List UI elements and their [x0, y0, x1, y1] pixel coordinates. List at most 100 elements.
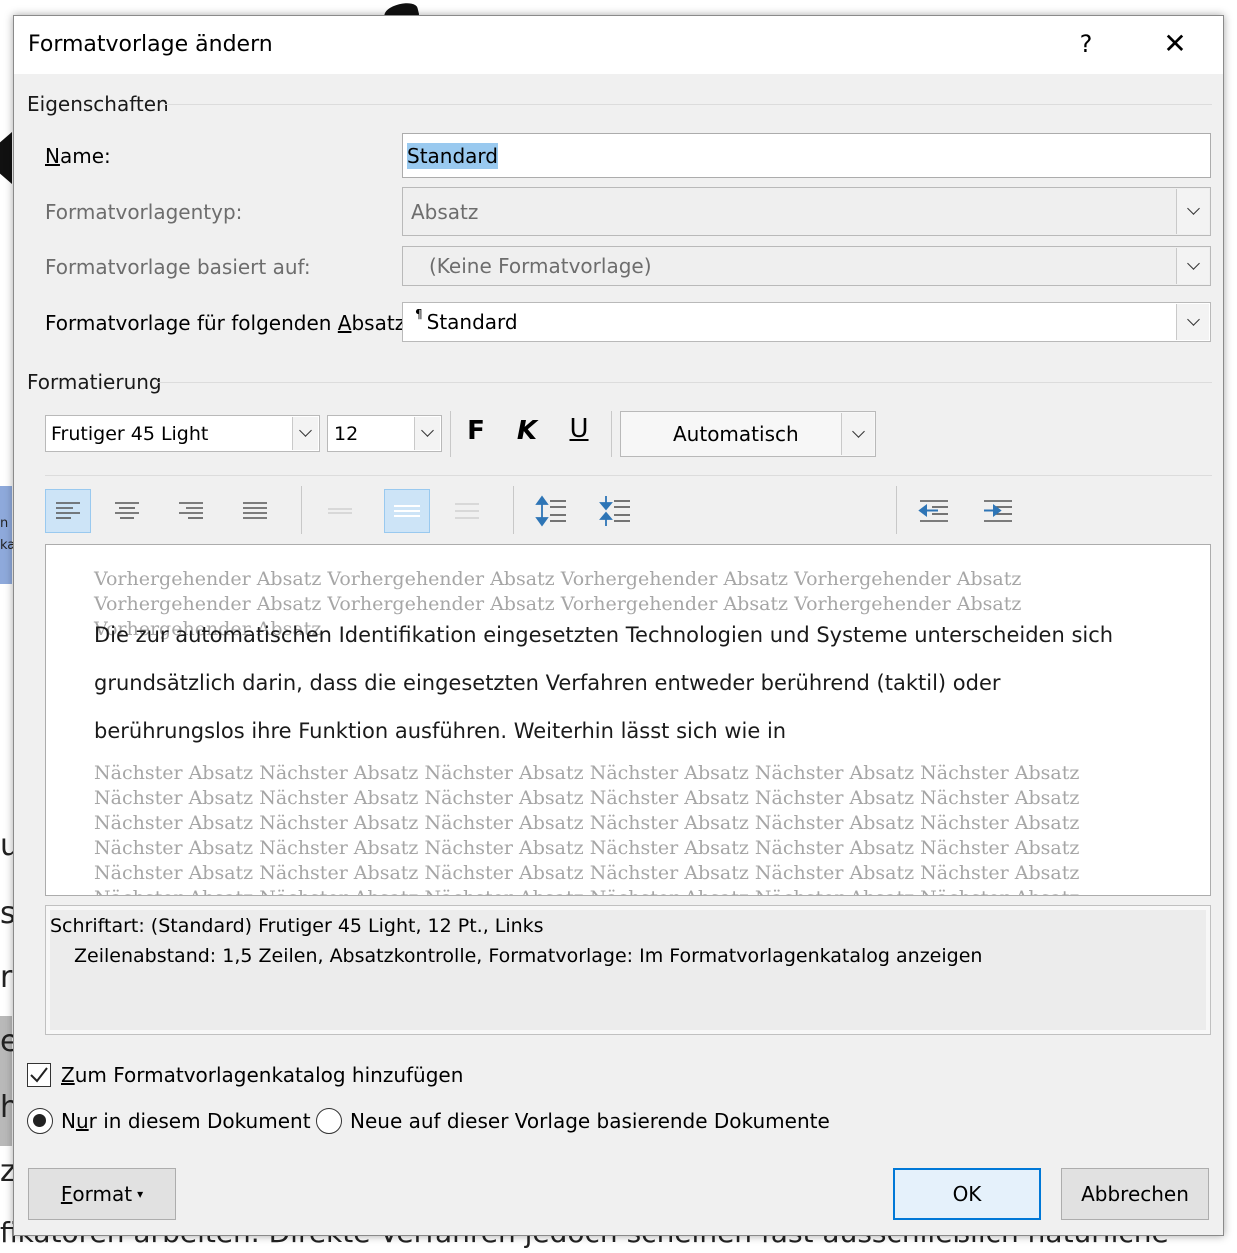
- label-text: r in diesem Dokument: [88, 1109, 311, 1133]
- label-text: um Formatvorlagenkatalog hinzufügen: [74, 1063, 464, 1087]
- font-color-select[interactable]: Automatisch: [620, 411, 876, 457]
- decrease-spacing-icon: [599, 496, 630, 526]
- font-size-select[interactable]: 12: [327, 415, 442, 452]
- next-paragraph-label: Formatvorlage für folgenden Absatz:: [45, 311, 412, 335]
- dropdown-button[interactable]: [292, 417, 318, 450]
- mnemonic: Z: [61, 1063, 75, 1087]
- toolbar-separator: [513, 486, 514, 534]
- background-shape: [0, 132, 12, 184]
- dropdown-button[interactable]: [841, 413, 874, 455]
- add-to-gallery-checkbox[interactable]: [27, 1063, 51, 1087]
- section-heading-formatting: Formatierung: [27, 370, 162, 394]
- underline-button[interactable]: U: [565, 414, 593, 444]
- line-spacing-double-icon: [455, 503, 479, 519]
- button-label: ormat: [72, 1182, 133, 1206]
- based-on-select[interactable]: (Keine Formatvorlage): [402, 246, 1211, 286]
- justify-button[interactable]: [232, 489, 278, 533]
- font-size-value: 12: [334, 422, 359, 445]
- new-documents-label[interactable]: Neue auf dieser Vorlage basierende Dokum…: [350, 1109, 830, 1133]
- cancel-button[interactable]: Abbrechen: [1061, 1168, 1209, 1220]
- bold-button[interactable]: F: [462, 416, 490, 446]
- format-menu-button[interactable]: Format ▾: [28, 1168, 176, 1220]
- close-button[interactable]: ✕: [1157, 26, 1193, 62]
- increase-indent-button[interactable]: [975, 489, 1021, 533]
- mnemonic: N: [45, 144, 60, 168]
- background-text: r: [0, 960, 13, 995]
- description-line: Zeilenabstand: 1,5 Zeilen, Absatzkontrol…: [74, 945, 983, 967]
- label-text: ame:: [59, 144, 111, 168]
- dropdown-button[interactable]: [1176, 189, 1209, 234]
- next-paragraph-value: ¶ Standard: [415, 303, 518, 341]
- mnemonic: A: [337, 311, 352, 335]
- increase-paragraph-spacing-button[interactable]: [528, 489, 574, 533]
- line-spacing-double-button[interactable]: [444, 489, 490, 533]
- line-spacing-onehalf-icon: [394, 505, 420, 517]
- paragraph-icon: ¶: [415, 307, 423, 321]
- caret-down-icon: ▾: [137, 1187, 144, 1201]
- chevron-down-icon: [1186, 202, 1200, 215]
- style-type-select[interactable]: Absatz: [402, 187, 1211, 236]
- chevron-down-icon: [1186, 256, 1200, 270]
- preview-next-paragraph: Nächster Absatz Nächster Absatz Nächster…: [94, 762, 1080, 895]
- toolbar-separator: [611, 411, 612, 457]
- preview-sample-text: Die zur automatischen Identifikation ein…: [94, 611, 1154, 755]
- next-style-name: Standard: [426, 310, 518, 334]
- label-text: Formatvorlage für folgenden: [45, 311, 338, 335]
- chevron-down-icon: [299, 424, 312, 437]
- chevron-down-icon: [421, 424, 434, 437]
- section-heading-properties: Eigenschaften: [27, 92, 169, 116]
- checkmark-icon: [30, 1067, 48, 1083]
- based-on-value: (Keine Formatvorlage): [429, 254, 652, 278]
- new-documents-radio[interactable]: [316, 1108, 342, 1134]
- decrease-paragraph-spacing-button[interactable]: [592, 489, 638, 533]
- align-center-icon: [115, 502, 139, 519]
- line-spacing-onehalf-button[interactable]: [384, 489, 430, 533]
- help-button[interactable]: ?: [1072, 26, 1100, 62]
- font-select[interactable]: Frutiger 45 Light: [45, 415, 320, 452]
- modify-style-dialog: Formatvorlage ändern ? ✕ Eigenschaften N…: [13, 15, 1224, 1236]
- background-highlight: n ka: [0, 486, 15, 584]
- decrease-indent-button[interactable]: [911, 489, 957, 533]
- increase-indent-icon: [984, 500, 1012, 522]
- align-center-button[interactable]: [104, 489, 150, 533]
- mnemonic: u: [75, 1109, 89, 1133]
- decrease-indent-icon: [918, 500, 948, 522]
- based-on-label: Formatvorlage basiert auf:: [45, 255, 311, 279]
- style-type-label: Formatvorlagentyp:: [45, 200, 243, 224]
- toolbar-separator: [896, 486, 897, 534]
- name-input[interactable]: Standard: [402, 133, 1211, 178]
- dropdown-button[interactable]: [1176, 304, 1209, 340]
- align-left-icon: [56, 502, 80, 519]
- ok-button[interactable]: OK: [893, 1168, 1041, 1220]
- line-spacing-single-icon: [328, 508, 352, 514]
- mnemonic: F: [60, 1182, 73, 1206]
- preview-line: grundsätzlich darin, dass die eingesetzt…: [94, 671, 1001, 695]
- dropdown-button[interactable]: [1176, 248, 1209, 284]
- align-right-icon: [179, 502, 203, 519]
- divider: [45, 475, 1212, 476]
- chevron-down-icon: [851, 424, 865, 438]
- italic-button[interactable]: K: [512, 416, 542, 446]
- next-paragraph-select[interactable]: ¶ Standard: [402, 302, 1211, 342]
- divider: [164, 104, 1212, 105]
- font-value: Frutiger 45 Light: [51, 422, 209, 445]
- label-text: N: [61, 1109, 76, 1133]
- font-color-value: Automatisch: [673, 422, 799, 446]
- name-value: Standard: [407, 142, 498, 169]
- dialog-title: Formatvorlage ändern: [28, 32, 273, 57]
- toolbar-separator: [301, 486, 302, 534]
- align-right-button[interactable]: [168, 489, 214, 533]
- dropdown-button[interactable]: [414, 417, 440, 450]
- title-bar: Formatvorlage ändern ? ✕: [14, 16, 1223, 74]
- divider: [155, 382, 1212, 383]
- line-spacing-single-button[interactable]: [317, 489, 363, 533]
- add-to-gallery-label[interactable]: Zum Formatvorlagenkatalog hinzufügen: [61, 1063, 463, 1087]
- increase-spacing-icon: [535, 495, 566, 527]
- style-type-value: Absatz: [411, 199, 479, 224]
- align-left-button[interactable]: [45, 489, 91, 533]
- name-label: Name:: [45, 144, 111, 168]
- style-description: Schriftart: (Standard) Frutiger 45 Light…: [45, 905, 1211, 1035]
- only-this-document-radio[interactable]: [27, 1108, 53, 1134]
- only-this-document-label[interactable]: Nur in diesem Dokument: [61, 1109, 311, 1133]
- background-text: n: [0, 516, 9, 531]
